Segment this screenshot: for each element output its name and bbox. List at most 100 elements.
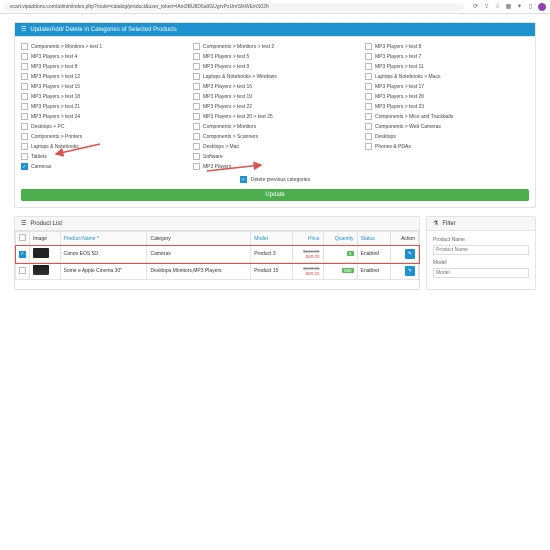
category-checkbox[interactable] xyxy=(193,103,200,110)
filter-title: Filter xyxy=(442,221,455,227)
product-list-title: Product List xyxy=(30,221,62,227)
category-checkbox[interactable] xyxy=(365,43,372,50)
category-checkbox[interactable] xyxy=(365,63,372,70)
category-checkbox[interactable] xyxy=(193,93,200,100)
profile-avatar[interactable] xyxy=(538,3,546,11)
category-checkbox[interactable] xyxy=(193,43,200,50)
category-checkbox[interactable] xyxy=(193,123,200,130)
cell-status: Enabled xyxy=(357,263,391,280)
delete-previous-checkbox[interactable]: ✓ xyxy=(240,176,247,183)
category-checkbox[interactable] xyxy=(193,143,200,150)
category-row: Components > Monitors > test 1 xyxy=(21,43,185,50)
category-columns: Components > Monitors > test 1 MP3 Player… xyxy=(21,43,529,170)
category-checkbox[interactable] xyxy=(193,53,200,60)
category-checkbox[interactable] xyxy=(21,103,28,110)
refresh-icon[interactable]: ⟳ xyxy=(472,3,479,10)
category-label: MP3 Players > test 16 xyxy=(203,84,252,90)
col-price[interactable]: Price xyxy=(292,232,323,246)
category-checkbox[interactable] xyxy=(21,133,28,140)
category-checkbox[interactable] xyxy=(365,133,372,140)
category-row: MP3 Players > test 16 xyxy=(193,83,357,90)
category-row: MP3 Players > test 21 xyxy=(21,103,185,110)
cell-model: Product 15 xyxy=(251,263,292,280)
category-row: MP3 Players > test 8 xyxy=(365,43,529,50)
select-all-checkbox[interactable] xyxy=(19,234,26,241)
category-row: Laptops & Notebooks > Windows xyxy=(193,73,357,80)
category-label: Components > Monitors xyxy=(203,124,256,130)
edit-button[interactable]: ✎ xyxy=(405,266,415,276)
category-checkbox[interactable] xyxy=(21,53,28,60)
cell-name: Canon EOS 5D xyxy=(60,246,147,263)
category-label: Software xyxy=(203,154,223,160)
url-input[interactable]: xcart.vipaddons.com/admin/index.php?rout… xyxy=(4,3,464,11)
category-checkbox[interactable] xyxy=(365,73,372,80)
category-checkbox[interactable] xyxy=(193,113,200,120)
update-button[interactable]: Update xyxy=(21,189,529,201)
filter-name-input[interactable] xyxy=(433,245,529,255)
category-row: MP3 Players > test 4 xyxy=(21,53,185,60)
filter-name-label: Product Name xyxy=(433,237,529,243)
category-checkbox[interactable] xyxy=(365,53,372,60)
category-checkbox[interactable] xyxy=(193,73,200,80)
category-label: Tablets xyxy=(31,154,47,160)
col-image: Image xyxy=(30,232,61,246)
category-label: MP3 Players > test 4 xyxy=(31,54,77,60)
filter-name-field: Product Name xyxy=(433,237,529,255)
category-label: MP3 Players > test 15 xyxy=(31,84,80,90)
category-checkbox[interactable] xyxy=(21,43,28,50)
category-checkbox[interactable] xyxy=(365,83,372,90)
category-label: MP3 Players > test 8 xyxy=(31,64,77,70)
category-checkbox[interactable] xyxy=(365,143,372,150)
product-thumb xyxy=(33,265,49,275)
edit-button[interactable]: ✎ xyxy=(405,249,415,259)
col-name[interactable]: Product Name ^ xyxy=(60,232,147,246)
category-row: MP3 Players > test 11 xyxy=(365,63,529,70)
filter-model-label: Model xyxy=(433,260,529,266)
product-thumb xyxy=(33,248,49,258)
category-row: Software xyxy=(193,153,357,160)
category-checkbox[interactable] xyxy=(21,63,28,70)
category-checkbox[interactable] xyxy=(365,113,372,120)
category-label: Cameras xyxy=(31,164,51,170)
category-checkbox[interactable]: ✓ xyxy=(21,163,28,170)
extension-icon[interactable]: ▦ xyxy=(505,3,512,10)
category-row: Components > Printers xyxy=(21,133,185,140)
category-checkbox[interactable] xyxy=(21,143,28,150)
category-label: Laptops & Notebooks > Macs xyxy=(375,74,440,80)
category-checkbox[interactable] xyxy=(21,93,28,100)
category-checkbox[interactable] xyxy=(21,113,28,120)
category-checkbox[interactable] xyxy=(21,123,28,130)
category-checkbox[interactable] xyxy=(193,133,200,140)
category-checkbox[interactable] xyxy=(365,123,372,130)
category-label: MP3 Players > test 7 xyxy=(375,54,421,60)
category-checkbox[interactable] xyxy=(21,153,28,160)
share-icon[interactable]: ⇪ xyxy=(483,3,490,10)
puzzle-icon[interactable]: ✦ xyxy=(516,3,523,10)
category-row: MP3 Players > test 22 xyxy=(193,103,357,110)
row-checkbox[interactable] xyxy=(19,267,26,274)
categories-panel-header: ☰ Update/Add/ Delete in Categories of Se… xyxy=(15,23,535,37)
category-row: Desktops > Mac xyxy=(193,143,357,150)
category-row: Desktops > PC xyxy=(21,123,185,130)
category-checkbox[interactable] xyxy=(193,83,200,90)
col-quantity[interactable]: Quantity xyxy=(323,232,357,246)
category-checkbox[interactable] xyxy=(193,163,200,170)
bookmark-icon[interactable]: ▯ xyxy=(527,3,534,10)
category-row: Tablets xyxy=(21,153,185,160)
row-checkbox[interactable]: ✓ xyxy=(19,251,26,258)
category-label: Components > Scanners xyxy=(203,134,258,140)
star-icon[interactable]: ☆ xyxy=(494,3,501,10)
category-label: MP3 Players xyxy=(203,164,231,170)
category-checkbox[interactable] xyxy=(193,153,200,160)
filter-model-input[interactable] xyxy=(433,268,529,278)
category-label: MP3 Players > test 21 xyxy=(31,104,80,110)
category-checkbox[interactable] xyxy=(21,73,28,80)
col-model[interactable]: Model xyxy=(251,232,292,246)
category-checkbox[interactable] xyxy=(365,103,372,110)
category-checkbox[interactable] xyxy=(365,93,372,100)
category-row: MP3 Players > test 19 xyxy=(193,93,357,100)
category-checkbox[interactable] xyxy=(193,63,200,70)
col-status[interactable]: Status xyxy=(357,232,391,246)
category-row: MP3 Players > test 23 xyxy=(365,103,529,110)
category-checkbox[interactable] xyxy=(21,83,28,90)
